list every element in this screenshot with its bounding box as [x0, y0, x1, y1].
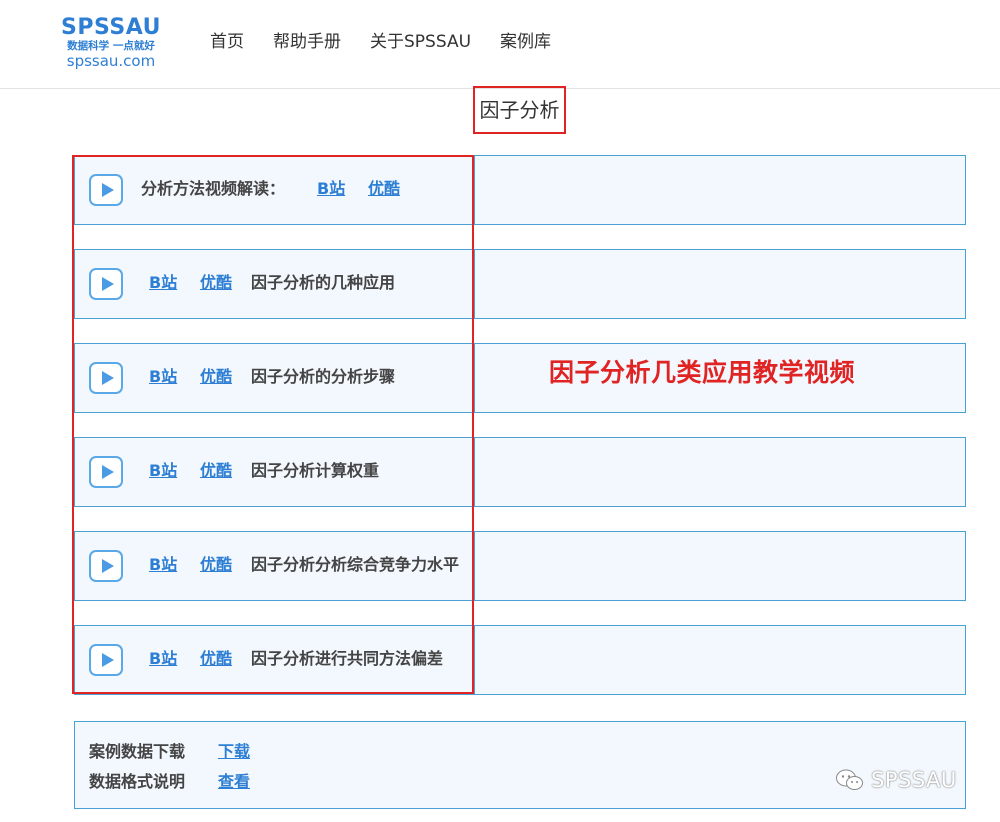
video-title: 因子分析的几种应用 — [251, 273, 396, 292]
bilibili-link[interactable]: B站 — [149, 366, 177, 388]
video-title: 因子分析的分析步骤 — [251, 367, 396, 386]
nav-item-about[interactable]: 关于SPSSAU — [370, 30, 471, 54]
intro-label: 分析方法视频解读： — [141, 179, 286, 198]
data-format-label: 数据格式说明 — [89, 772, 186, 791]
play-icon[interactable] — [89, 550, 123, 582]
page-title: 因子分析 — [473, 86, 566, 134]
column-divider — [474, 344, 475, 412]
video-title: 因子分析进行共同方法偏差 — [251, 649, 444, 668]
view-link[interactable]: 查看 — [218, 771, 250, 793]
video-row: B站 优酷 因子分析进行共同方法偏差 — [74, 625, 966, 695]
video-title: 因子分析分析综合竞争力水平 — [251, 555, 460, 574]
bilibili-link[interactable]: B站 — [149, 648, 177, 670]
youku-link[interactable]: 优酷 — [200, 272, 232, 294]
video-title: 因子分析计算权重 — [251, 461, 380, 480]
logo[interactable]: SPSSAU 数据科学 一点就好 spssau.com — [58, 15, 164, 71]
nav-item-home[interactable]: 首页 — [210, 30, 244, 54]
video-row: B站 优酷 因子分析计算权重 — [74, 437, 966, 507]
video-row: B站 优酷 因子分析的几种应用 — [74, 249, 966, 319]
download-link[interactable]: 下载 — [218, 741, 250, 763]
play-icon[interactable] — [89, 644, 123, 676]
youku-link[interactable]: 优酷 — [200, 648, 232, 670]
bilibili-link[interactable]: B站 — [149, 554, 177, 576]
annotation-text: 因子分析几类应用教学视频 — [549, 358, 856, 387]
youku-link[interactable]: 优酷 — [200, 366, 232, 388]
column-divider — [474, 626, 475, 694]
video-row: B站 优酷 因子分析分析综合竞争力水平 — [74, 531, 966, 601]
nav-item-case-library[interactable]: 案例库 — [500, 30, 551, 54]
video-intro-row: 分析方法视频解读： B站 优酷 — [74, 155, 966, 225]
case-data-download-label: 案例数据下载 — [89, 742, 186, 761]
bilibili-link[interactable]: B站 — [149, 272, 177, 294]
bilibili-link[interactable]: B站 — [317, 178, 345, 200]
youku-link[interactable]: 优酷 — [200, 554, 232, 576]
play-icon[interactable] — [89, 456, 123, 488]
play-icon[interactable] — [89, 268, 123, 300]
watermark: SPSSAU — [835, 767, 957, 793]
youku-link[interactable]: 优酷 — [200, 460, 232, 482]
watermark-text: SPSSAU — [871, 768, 957, 792]
logo-domain: spssau.com — [66, 52, 156, 70]
nav-item-help-manual[interactable]: 帮助手册 — [273, 30, 341, 54]
case-data-box: 案例数据下载 下载 数据格式说明 查看 — [74, 721, 966, 809]
play-icon[interactable] — [89, 362, 123, 394]
logo-slogan: 数据科学 一点就好 — [67, 40, 155, 52]
column-divider — [474, 438, 475, 506]
column-divider — [474, 156, 475, 224]
youku-link[interactable]: 优酷 — [368, 178, 400, 200]
main-nav: 首页 帮助手册 关于SPSSAU 案例库 — [210, 30, 580, 54]
bilibili-link[interactable]: B站 — [149, 460, 177, 482]
column-divider — [474, 532, 475, 600]
site-header: SPSSAU 数据科学 一点就好 spssau.com 首页 帮助手册 关于SP… — [0, 0, 1000, 89]
wechat-icon — [836, 769, 863, 790]
column-divider — [474, 250, 475, 318]
play-icon[interactable] — [89, 174, 123, 206]
logo-brand: SPSSAU — [61, 15, 161, 40]
highlight-outline — [72, 155, 474, 694]
